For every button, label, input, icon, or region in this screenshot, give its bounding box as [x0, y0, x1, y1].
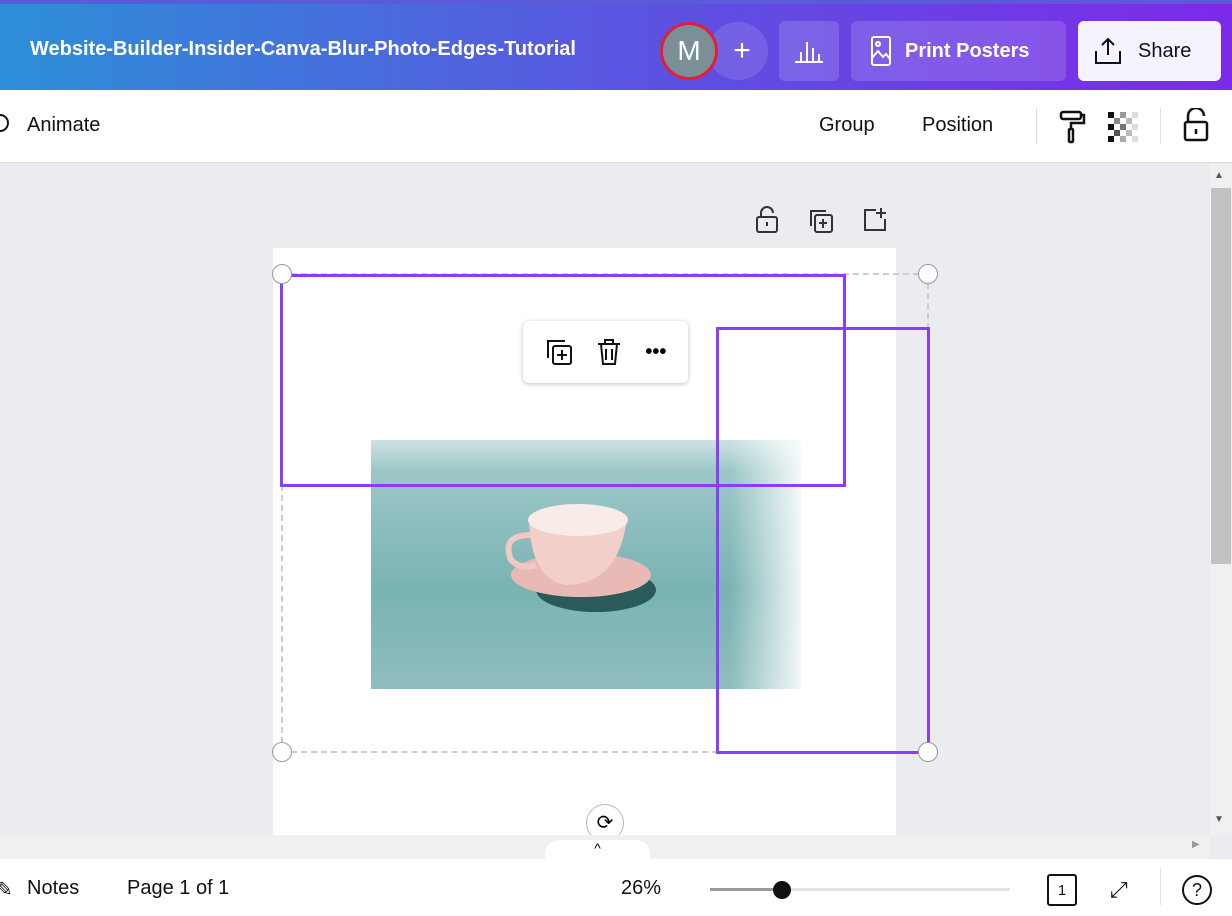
rotate-icon: ⟳ [596, 812, 614, 834]
page-indicator: Page 1 of 1 [127, 877, 230, 899]
scrollbar-thumb[interactable] [1211, 188, 1231, 564]
zoom-slider-fill [710, 888, 782, 891]
duplicate-icon[interactable] [545, 338, 573, 366]
scroll-down-arrow[interactable]: ▼ [1214, 814, 1224, 825]
resize-handle[interactable] [918, 264, 938, 284]
footer-bar: ✎ Notes Page 1 of 1 26% 1 ⤢ ? [0, 859, 1232, 916]
share-label: Share [1138, 39, 1192, 62]
duplicate-page-icon[interactable] [808, 208, 834, 234]
scroll-up-arrow[interactable]: ▲ [1214, 170, 1224, 181]
paint-roller-icon[interactable] [1059, 110, 1087, 144]
animate-button[interactable]: Animate [27, 114, 100, 137]
context-toolbar: ••• [523, 321, 688, 383]
editor-toolbar: Animate Group Position [0, 90, 1232, 163]
avatar[interactable]: M [660, 22, 718, 80]
zoom-percentage[interactable]: 26% [621, 877, 661, 900]
selected-shape-right[interactable] [716, 327, 930, 754]
zoom-slider-knob[interactable] [773, 881, 791, 899]
divider [1036, 108, 1037, 144]
lock-page-icon[interactable] [755, 206, 779, 234]
print-posters-button[interactable]: Print Posters [851, 21, 1066, 81]
resize-handle[interactable] [918, 742, 938, 762]
resize-handle[interactable] [272, 742, 292, 762]
notes-button[interactable]: Notes [27, 877, 79, 900]
unlock-icon[interactable] [1183, 108, 1209, 142]
insights-button[interactable] [779, 21, 839, 81]
trash-icon[interactable] [596, 338, 622, 366]
upload-icon [1095, 37, 1121, 64]
page-grid-button[interactable]: 1 [1047, 874, 1077, 906]
top-bar: Website-Builder-Insider-Canva-Blur-Photo… [0, 0, 1232, 90]
transparency-icon[interactable] [1108, 112, 1138, 142]
animate-icon [0, 114, 9, 132]
add-page-icon[interactable] [862, 206, 888, 232]
position-button[interactable]: Position [922, 114, 993, 137]
resize-handle[interactable] [272, 264, 292, 284]
more-options-button[interactable]: ••• [645, 341, 666, 364]
pencil-icon: ✎ [0, 879, 13, 901]
divider [1160, 869, 1161, 905]
help-button[interactable]: ? [1182, 875, 1212, 905]
divider [1160, 108, 1161, 144]
share-button[interactable]: Share [1078, 21, 1221, 81]
bar-chart-icon [795, 42, 823, 63]
document-title[interactable]: Website-Builder-Insider-Canva-Blur-Photo… [30, 38, 576, 61]
scroll-right-arrow[interactable]: ▶ [1192, 839, 1200, 850]
print-posters-label: Print Posters [905, 39, 1030, 62]
fullscreen-icon[interactable]: ⤢ [1110, 877, 1128, 903]
image-icon [871, 36, 891, 66]
group-button[interactable]: Group [819, 114, 875, 137]
